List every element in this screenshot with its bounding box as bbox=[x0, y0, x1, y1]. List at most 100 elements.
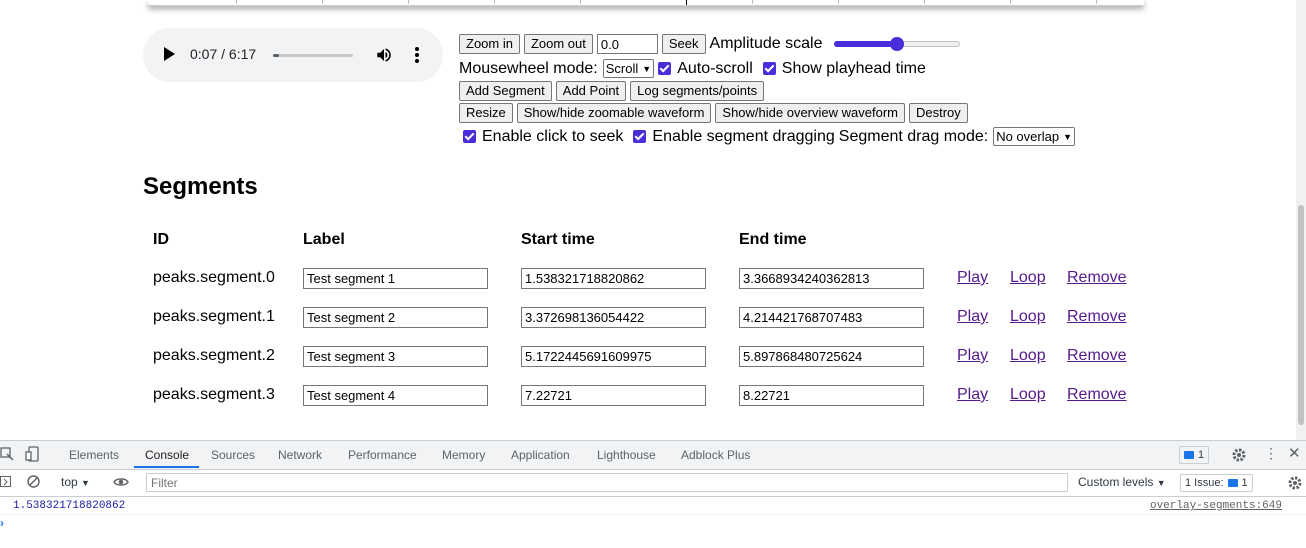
play-link[interactable]: Play bbox=[957, 347, 988, 365]
seek-time-input[interactable] bbox=[596, 34, 658, 54]
log-levels-select[interactable]: Custom levels ▼ bbox=[1078, 475, 1166, 489]
remove-link[interactable]: Remove bbox=[1067, 269, 1127, 287]
toggle-zoomable-button[interactable]: Show/hide zoomable waveform bbox=[516, 103, 712, 123]
segment-dragging-label: Enable segment dragging bbox=[652, 127, 835, 145]
sidebar-toggle-icon[interactable] bbox=[0, 476, 12, 488]
eye-icon[interactable] bbox=[113, 476, 129, 488]
remove-link[interactable]: Remove bbox=[1067, 347, 1127, 365]
log-button[interactable]: Log segments/points bbox=[630, 81, 765, 101]
amplitude-slider[interactable] bbox=[834, 37, 961, 51]
segment-end-input[interactable] bbox=[739, 268, 924, 289]
inspect-element-icon[interactable] bbox=[0, 447, 14, 461]
controls-row-3: Add Segment Add Point Log segments/point… bbox=[459, 81, 768, 101]
click-to-seek-checkbox[interactable] bbox=[463, 130, 476, 143]
remove-link[interactable]: Remove bbox=[1067, 308, 1127, 326]
segment-end-input[interactable] bbox=[739, 385, 924, 406]
zoomview-waveform-edge bbox=[148, 0, 1144, 6]
segment-label-input[interactable] bbox=[303, 268, 488, 289]
tab-lighthouse[interactable]: Lighthouse bbox=[597, 448, 656, 462]
waveform-tick bbox=[408, 0, 409, 4]
remove-link[interactable]: Remove bbox=[1067, 386, 1127, 404]
show-playhead-checkbox[interactable] bbox=[762, 62, 776, 75]
issues-badge[interactable]: 1 Issue: 1 bbox=[1180, 474, 1253, 492]
waveform-tick bbox=[580, 0, 581, 4]
segment-end-input[interactable] bbox=[739, 307, 924, 328]
close-icon[interactable]: ✕ bbox=[1288, 444, 1301, 462]
play-link[interactable]: Play bbox=[957, 269, 988, 287]
play-icon[interactable] bbox=[164, 47, 175, 61]
tab-application[interactable]: Application bbox=[511, 448, 570, 462]
zoom-out-button[interactable]: Zoom out bbox=[523, 34, 593, 54]
segment-start-input[interactable] bbox=[521, 268, 706, 289]
clear-console-icon[interactable] bbox=[27, 475, 40, 488]
audio-progress[interactable] bbox=[273, 54, 353, 57]
tab-elements[interactable]: Elements bbox=[69, 448, 119, 462]
more-vertical-icon[interactable]: ⋮ bbox=[1264, 445, 1278, 462]
destroy-button[interactable]: Destroy bbox=[908, 103, 968, 123]
controls-row-1: Zoom in Zoom out Seek Amplitude scale bbox=[459, 34, 961, 54]
loop-link[interactable]: Loop bbox=[1010, 269, 1046, 287]
tab-memory[interactable]: Memory bbox=[442, 448, 485, 462]
resize-button[interactable]: Resize bbox=[459, 103, 513, 123]
audio-player: 0:07 / 6:17 bbox=[143, 28, 443, 82]
add-point-button[interactable]: Add Point bbox=[555, 81, 627, 101]
waveform-tick bbox=[1096, 0, 1097, 4]
show-playhead-label: Show playhead time bbox=[781, 59, 926, 77]
play-link[interactable]: Play bbox=[957, 386, 988, 404]
segment-label-input[interactable] bbox=[303, 385, 488, 406]
playhead-line bbox=[686, 0, 687, 5]
toggle-overview-button[interactable]: Show/hide overview waveform bbox=[715, 103, 905, 123]
mousewheel-select[interactable]: Scroll ▼ bbox=[602, 59, 655, 78]
header-label: Label bbox=[303, 231, 345, 248]
console-prompt-icon[interactable]: › bbox=[0, 516, 4, 530]
auto-scroll-checkbox[interactable] bbox=[658, 62, 672, 75]
waveform-tick bbox=[236, 0, 237, 4]
drag-mode-value: No overlap bbox=[996, 129, 1060, 144]
segment-start-input[interactable] bbox=[521, 346, 706, 367]
page-scrollbar[interactable] bbox=[1296, 0, 1306, 440]
console-filter-input[interactable] bbox=[146, 473, 1068, 492]
chevron-down-icon: ▼ bbox=[81, 478, 90, 488]
play-link[interactable]: Play bbox=[957, 308, 988, 326]
device-toolbar-icon[interactable] bbox=[25, 446, 39, 462]
segment-start-input[interactable] bbox=[521, 385, 706, 406]
loop-link[interactable]: Loop bbox=[1010, 347, 1046, 365]
loop-link[interactable]: Loop bbox=[1010, 308, 1046, 326]
tab-console[interactable]: Console bbox=[145, 448, 189, 462]
segment-end-input[interactable] bbox=[739, 346, 924, 367]
segment-label-input[interactable] bbox=[303, 307, 488, 328]
auto-scroll-label: Auto-scroll bbox=[677, 59, 753, 77]
header-id: ID bbox=[153, 231, 169, 248]
tab-performance[interactable]: Performance bbox=[348, 448, 417, 462]
console-log-value: 1.538321718820862 bbox=[13, 500, 126, 512]
add-segment-button[interactable]: Add Segment bbox=[459, 81, 552, 101]
drag-mode-select[interactable]: No overlap ▼ bbox=[993, 127, 1075, 146]
console-source-link[interactable]: overlay-segments:649 bbox=[1150, 500, 1282, 512]
segment-id: peaks.segment.0 bbox=[153, 269, 275, 286]
devtools-tab-bar: Elements Console Sources Network Perform… bbox=[0, 441, 1306, 470]
messages-badge[interactable]: 1 bbox=[1179, 446, 1210, 464]
issues-count: 1 bbox=[1241, 477, 1248, 489]
settings-gear-icon[interactable] bbox=[1231, 447, 1247, 463]
segment-label-input[interactable] bbox=[303, 346, 488, 367]
loop-link[interactable]: Loop bbox=[1010, 386, 1046, 404]
console-settings-gear-icon[interactable] bbox=[1287, 475, 1303, 491]
mousewheel-value: Scroll bbox=[605, 61, 639, 76]
tab-network[interactable]: Network bbox=[278, 448, 322, 462]
scrollbar-thumb[interactable] bbox=[1298, 205, 1304, 425]
tab-adblock-plus[interactable]: Adblock Plus bbox=[681, 448, 750, 462]
waveform-tick bbox=[1010, 0, 1011, 4]
slider-thumb[interactable] bbox=[890, 37, 905, 51]
chevron-down-icon: ▼ bbox=[1063, 131, 1072, 142]
messages-count: 1 bbox=[1198, 449, 1205, 461]
context-select[interactable]: top ▼ bbox=[61, 475, 90, 489]
zoom-in-button[interactable]: Zoom in bbox=[459, 34, 520, 54]
more-options-icon[interactable] bbox=[415, 47, 419, 63]
segment-id: peaks.segment.2 bbox=[153, 347, 275, 364]
seek-button[interactable]: Seek bbox=[661, 34, 706, 54]
console-toolbar: top ▼ Custom levels ▼ 1 Issue: 1 bbox=[0, 470, 1306, 497]
tab-sources[interactable]: Sources bbox=[211, 448, 255, 462]
segment-start-input[interactable] bbox=[521, 307, 706, 328]
volume-icon[interactable] bbox=[375, 46, 393, 64]
segment-dragging-checkbox[interactable] bbox=[633, 130, 647, 143]
